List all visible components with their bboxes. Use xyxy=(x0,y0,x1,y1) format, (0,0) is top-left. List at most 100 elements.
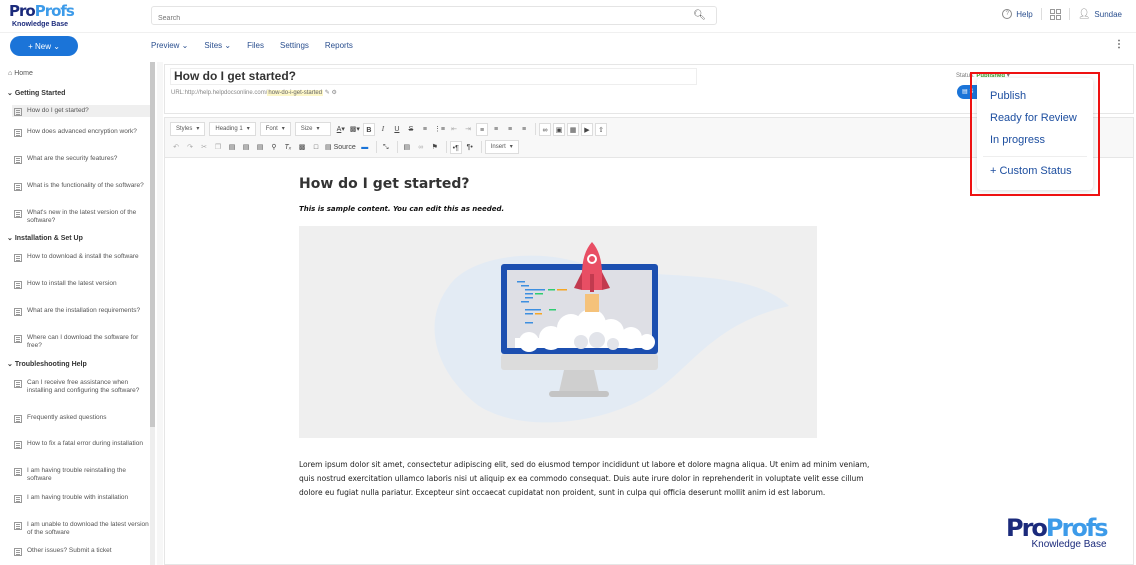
sidebar-item[interactable]: What's new in the latest version of the … xyxy=(12,207,150,227)
styles-dropdown[interactable]: Styles ▾ xyxy=(170,122,206,136)
search-input[interactable] xyxy=(152,10,672,27)
find-icon[interactable]: ⚲ xyxy=(268,141,280,154)
sidebar-item[interactable]: I am having trouble reinstalling the sof… xyxy=(12,465,150,485)
font-dropdown[interactable]: Font ▾ xyxy=(259,122,291,136)
sidebar-item[interactable]: How to download & install the software xyxy=(12,251,150,263)
section-title: Installation & Set Up xyxy=(14,235,83,242)
section-title: Getting Started xyxy=(14,90,66,97)
sidebar-item[interactable]: What are the security features? xyxy=(12,153,150,165)
paste-icon[interactable]: ▤ xyxy=(226,141,238,154)
status-dropdown-menu: Publish Ready for Review In progress + C… xyxy=(977,78,1093,190)
help-icon[interactable]: ? xyxy=(1002,9,1013,19)
link-icon[interactable]: ∞ xyxy=(539,122,551,136)
undo-icon[interactable]: ↶ xyxy=(170,141,182,154)
rtl-icon[interactable]: ¶• xyxy=(464,141,476,154)
unlink-icon[interactable]: ∞ xyxy=(415,141,427,154)
format-dropdown[interactable]: Heading 1 ▾ xyxy=(209,122,256,136)
sidebar-scrollbar[interactable] xyxy=(150,62,155,565)
align-justify-icon[interactable]: ≡ xyxy=(518,123,530,136)
templates-icon[interactable]: ▩ xyxy=(296,141,308,154)
redo-icon[interactable]: ↷ xyxy=(184,141,196,154)
article-title-input[interactable]: How do I get started? xyxy=(170,68,697,85)
page-break-icon[interactable]: □ xyxy=(310,141,322,154)
sidebar-item[interactable]: How does advanced encryption work? xyxy=(12,126,150,138)
status-option-in-progress[interactable]: In progress xyxy=(990,134,1045,146)
search-icon[interactable]: 🔍︎ xyxy=(693,10,706,21)
paste-word-icon[interactable]: ▤ xyxy=(254,141,266,154)
video-icon[interactable]: ▶ xyxy=(581,122,593,136)
strikethrough-icon[interactable]: S xyxy=(405,123,417,136)
bold-icon[interactable]: B xyxy=(362,122,375,136)
bulleted-list-icon[interactable]: ⋮≡ xyxy=(433,123,446,136)
document-icon xyxy=(14,210,22,218)
proprofs-logo[interactable]: ProProfs Knowledge Base xyxy=(9,4,75,29)
url-slug[interactable]: how-do-i-get-started xyxy=(267,90,324,96)
rocket-illustration[interactable] xyxy=(299,226,817,438)
source-button[interactable]: ▤ Source xyxy=(324,141,357,154)
image-icon[interactable]: ▣ xyxy=(553,122,565,136)
new-button[interactable]: + New ⌄ xyxy=(10,36,78,56)
sidebar-item[interactable]: How to fix a fatal error during installa… xyxy=(12,438,150,450)
underline-icon[interactable]: U xyxy=(391,123,403,136)
sidebar-item[interactable]: What are the installation requirements? xyxy=(12,305,150,317)
nav-sites[interactable]: Sites ⌄ xyxy=(204,41,231,50)
sidebar-section-troubleshooting[interactable]: ⌄ Troubleshooting Help xyxy=(7,360,87,368)
cut-icon[interactable]: ✂ xyxy=(198,141,210,154)
size-dropdown[interactable]: Size ▾ xyxy=(294,122,331,136)
sidebar-section-installation[interactable]: ⌄ Installation & Set Up xyxy=(7,234,83,242)
user-name[interactable]: Sundae xyxy=(1094,10,1122,19)
status-option-ready-for-review[interactable]: Ready for Review xyxy=(990,112,1077,124)
more-options-icon[interactable]: ⋮ xyxy=(1114,39,1124,50)
sidebar-item[interactable]: What is the functionality of the softwar… xyxy=(12,180,150,192)
upload-icon[interactable]: ⇧ xyxy=(595,122,607,136)
sidebar-item[interactable]: Can I receive free assistance when insta… xyxy=(12,377,150,397)
align-left-icon[interactable]: ≡ xyxy=(476,122,488,136)
apps-grid-icon[interactable] xyxy=(1049,8,1061,20)
background-color-icon[interactable]: ▩▾ xyxy=(349,123,361,136)
outdent-icon[interactable]: ⇤ xyxy=(448,123,460,136)
italic-icon[interactable]: I xyxy=(377,123,389,136)
document-icon xyxy=(14,495,22,503)
insert-dropdown[interactable]: Insert ▾ xyxy=(484,140,519,154)
edit-pencil-icon[interactable]: ✎ xyxy=(325,90,330,96)
sidebar-item[interactable]: Where can I download the software for fr… xyxy=(12,332,150,352)
numbered-list-icon[interactable]: ≡ xyxy=(419,123,431,136)
text-color-icon[interactable]: A▾ xyxy=(335,123,347,136)
gear-icon[interactable]: ⚙ xyxy=(331,90,336,96)
custom-status-button[interactable]: + Custom Status xyxy=(990,165,1072,177)
table-icon[interactable]: ▦ xyxy=(567,122,579,136)
scrollbar-thumb[interactable] xyxy=(150,62,155,427)
sidebar-section-getting-started[interactable]: ⌄ Getting Started xyxy=(7,89,65,97)
sidebar-item[interactable]: Frequently asked questions xyxy=(12,412,150,424)
sidebar-item[interactable]: How to install the latest version xyxy=(12,278,150,290)
paste-text-icon[interactable]: ▤ xyxy=(240,141,252,154)
sidebar-item[interactable]: I am having trouble with installation xyxy=(12,492,150,504)
nav-reports[interactable]: Reports xyxy=(325,41,353,50)
spellcheck-icon[interactable]: ▤ xyxy=(401,141,413,154)
user-icon[interactable]: 👤︎ xyxy=(1078,9,1091,20)
status-option-publish[interactable]: Publish xyxy=(990,90,1026,102)
toolbar-separator xyxy=(396,141,398,153)
watermark-profs: Profs xyxy=(1045,514,1109,542)
align-center-icon[interactable]: ≡ xyxy=(490,123,502,136)
nav-preview[interactable]: Preview ⌄ xyxy=(151,41,188,50)
combo-label: Font xyxy=(265,126,278,132)
sidebar-item[interactable]: How do I get started? xyxy=(12,105,150,117)
sidebar-item[interactable]: Other issues? Submit a ticket xyxy=(12,545,150,557)
editor-content[interactable]: How do I get started? This is sample con… xyxy=(299,176,889,500)
maximize-icon[interactable]: ⤡ xyxy=(380,141,392,154)
sidebar-item[interactable]: I am unable to download the latest versi… xyxy=(12,519,150,539)
logo-product: Knowledge Base xyxy=(12,21,69,28)
anchor-flag-icon[interactable]: ⚑ xyxy=(429,141,441,154)
nav-files[interactable]: Files xyxy=(247,41,264,50)
ltr-icon[interactable]: •¶ xyxy=(449,140,462,154)
sidebar-home[interactable]: ⌂ Home xyxy=(8,70,33,77)
align-right-icon[interactable]: ≡ xyxy=(504,123,516,136)
nav-settings[interactable]: Settings xyxy=(280,41,309,50)
copy-icon[interactable]: ❐ xyxy=(212,141,224,154)
help-link[interactable]: Help xyxy=(1016,10,1032,19)
indent-icon[interactable]: ⇥ xyxy=(462,123,474,136)
widget-icon[interactable]: ▬ xyxy=(359,141,371,154)
remove-format-icon[interactable]: Tₓ xyxy=(282,141,294,154)
item-label: I am unable to download the latest versi… xyxy=(27,521,149,536)
